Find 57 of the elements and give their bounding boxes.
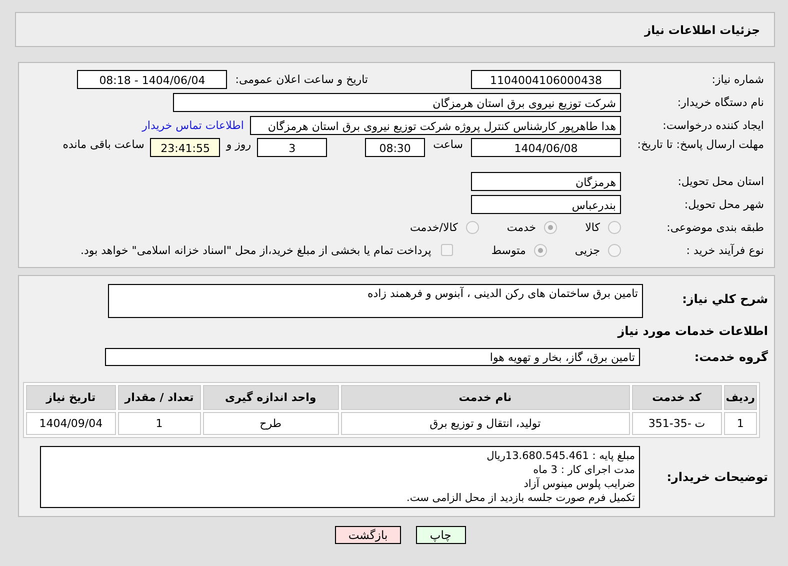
- radio-label: خدمت: [506, 220, 536, 234]
- service-group-field: تامین برق، گاز، بخار و تهویه هوا: [105, 348, 640, 366]
- radio-button[interactable]: [534, 244, 547, 256]
- field-label: شماره نیاز:: [710, 72, 764, 86]
- summary-textarea[interactable]: تامین برق ساختمان های رکن الدینی ، آبنوس و فرهمند زاده: [108, 284, 643, 318]
- deadline-time-field: 08:30: [365, 138, 426, 157]
- city-field: بندرعباس: [471, 194, 621, 214]
- field-label: ایجاد کننده درخواست:: [662, 118, 764, 132]
- column-header: نام خدمت: [340, 385, 630, 410]
- column-header: ردیف: [724, 385, 757, 410]
- time-label: ساعت: [433, 138, 463, 151]
- print-button[interactable]: چاپ: [416, 526, 466, 544]
- column-header: تاریخ نیاز: [26, 385, 116, 410]
- radio-button[interactable]: [608, 244, 621, 256]
- radio-button[interactable]: [466, 220, 479, 234]
- buyer-org-field: شرکت توزیع نیروی برق استان هرمزگان: [173, 92, 621, 112]
- radio-label: جزیی: [574, 244, 600, 256]
- field-label: طبقه بندی موضوعی:: [666, 220, 764, 234]
- field-label: گروه خدمت:: [693, 350, 768, 364]
- buyer-contact-link[interactable]: اطلاعات تماس خریدار: [142, 118, 244, 132]
- field-label: توضیحات خریدار:: [666, 470, 768, 484]
- field-label: نوع فرآیند خرید :: [685, 244, 764, 256]
- remaining-time-field: 23:41:55: [150, 138, 220, 157]
- field-label: نام دستگاه خریدار:: [676, 96, 764, 108]
- table-cell: طرح: [202, 412, 339, 435]
- back-button[interactable]: بازگشت: [335, 526, 401, 544]
- days-field: 3: [257, 138, 328, 157]
- table-cell: 1: [118, 412, 201, 435]
- field-label: تاریخ و ساعت اعلان عمومی:: [235, 72, 368, 86]
- requester-field: هدا طاهرپور کارشناس کنترل پروژه شرکت توزیع نیروی برق استان هرمزگان: [250, 116, 621, 134]
- column-header: کد خدمت: [632, 385, 722, 410]
- radio-button[interactable]: [608, 220, 621, 234]
- column-header: واحد اندازه گیری: [202, 385, 339, 410]
- table-cell: 1404/09/04: [26, 412, 116, 435]
- days-label: روز و: [226, 138, 252, 151]
- payment-note: پرداخت تمام یا بخشی از مبلغ خرید،از محل "اسناد خزانه اسلامی" خواهد بود.: [80, 244, 432, 256]
- field-label: شرح کلي نياز:: [681, 292, 768, 306]
- table-cell: تولید، انتقال و توزیع برق: [340, 412, 630, 435]
- section-title: اطلاعات خدمات مورد نیاز: [616, 324, 768, 338]
- announce-date-field: 1404/06/04 - 08:18: [77, 70, 228, 88]
- field-label: مهلت ارسال پاسخ: تا تاریخ:: [636, 138, 764, 152]
- province-field: هرمزگان: [471, 172, 621, 190]
- table-cell: ت -35-351: [632, 412, 722, 435]
- column-header: تعداد / مقدار: [118, 385, 201, 410]
- field-label: شهر محل تحویل:: [683, 198, 764, 210]
- radio-label: کالا: [585, 220, 600, 234]
- radio-label: کالا/خدمت: [410, 220, 458, 234]
- deadline-date-field: 1404/06/08: [471, 138, 621, 157]
- table-cell: 1: [724, 412, 757, 435]
- field-label: استان محل تحویل:: [676, 174, 764, 188]
- need-number-field: 1104004106000438: [471, 70, 621, 88]
- radio-button[interactable]: [544, 220, 558, 234]
- page-title: جزئیات اطلاعات نیاز: [15, 12, 775, 47]
- buyer-notes-textarea[interactable]: مبلغ پایه : 13.680.545.461ریال مدت اجرای کار : 3 ماه ضرایب پلوس مینوس آزاد تکمیل فرم صورت جلسه بازدید از محل الزامی ست.: [40, 446, 640, 508]
- checkbox[interactable]: [441, 244, 454, 256]
- remaining-label: ساعت باقی مانده: [62, 138, 144, 151]
- radio-label: متوسط: [491, 244, 526, 256]
